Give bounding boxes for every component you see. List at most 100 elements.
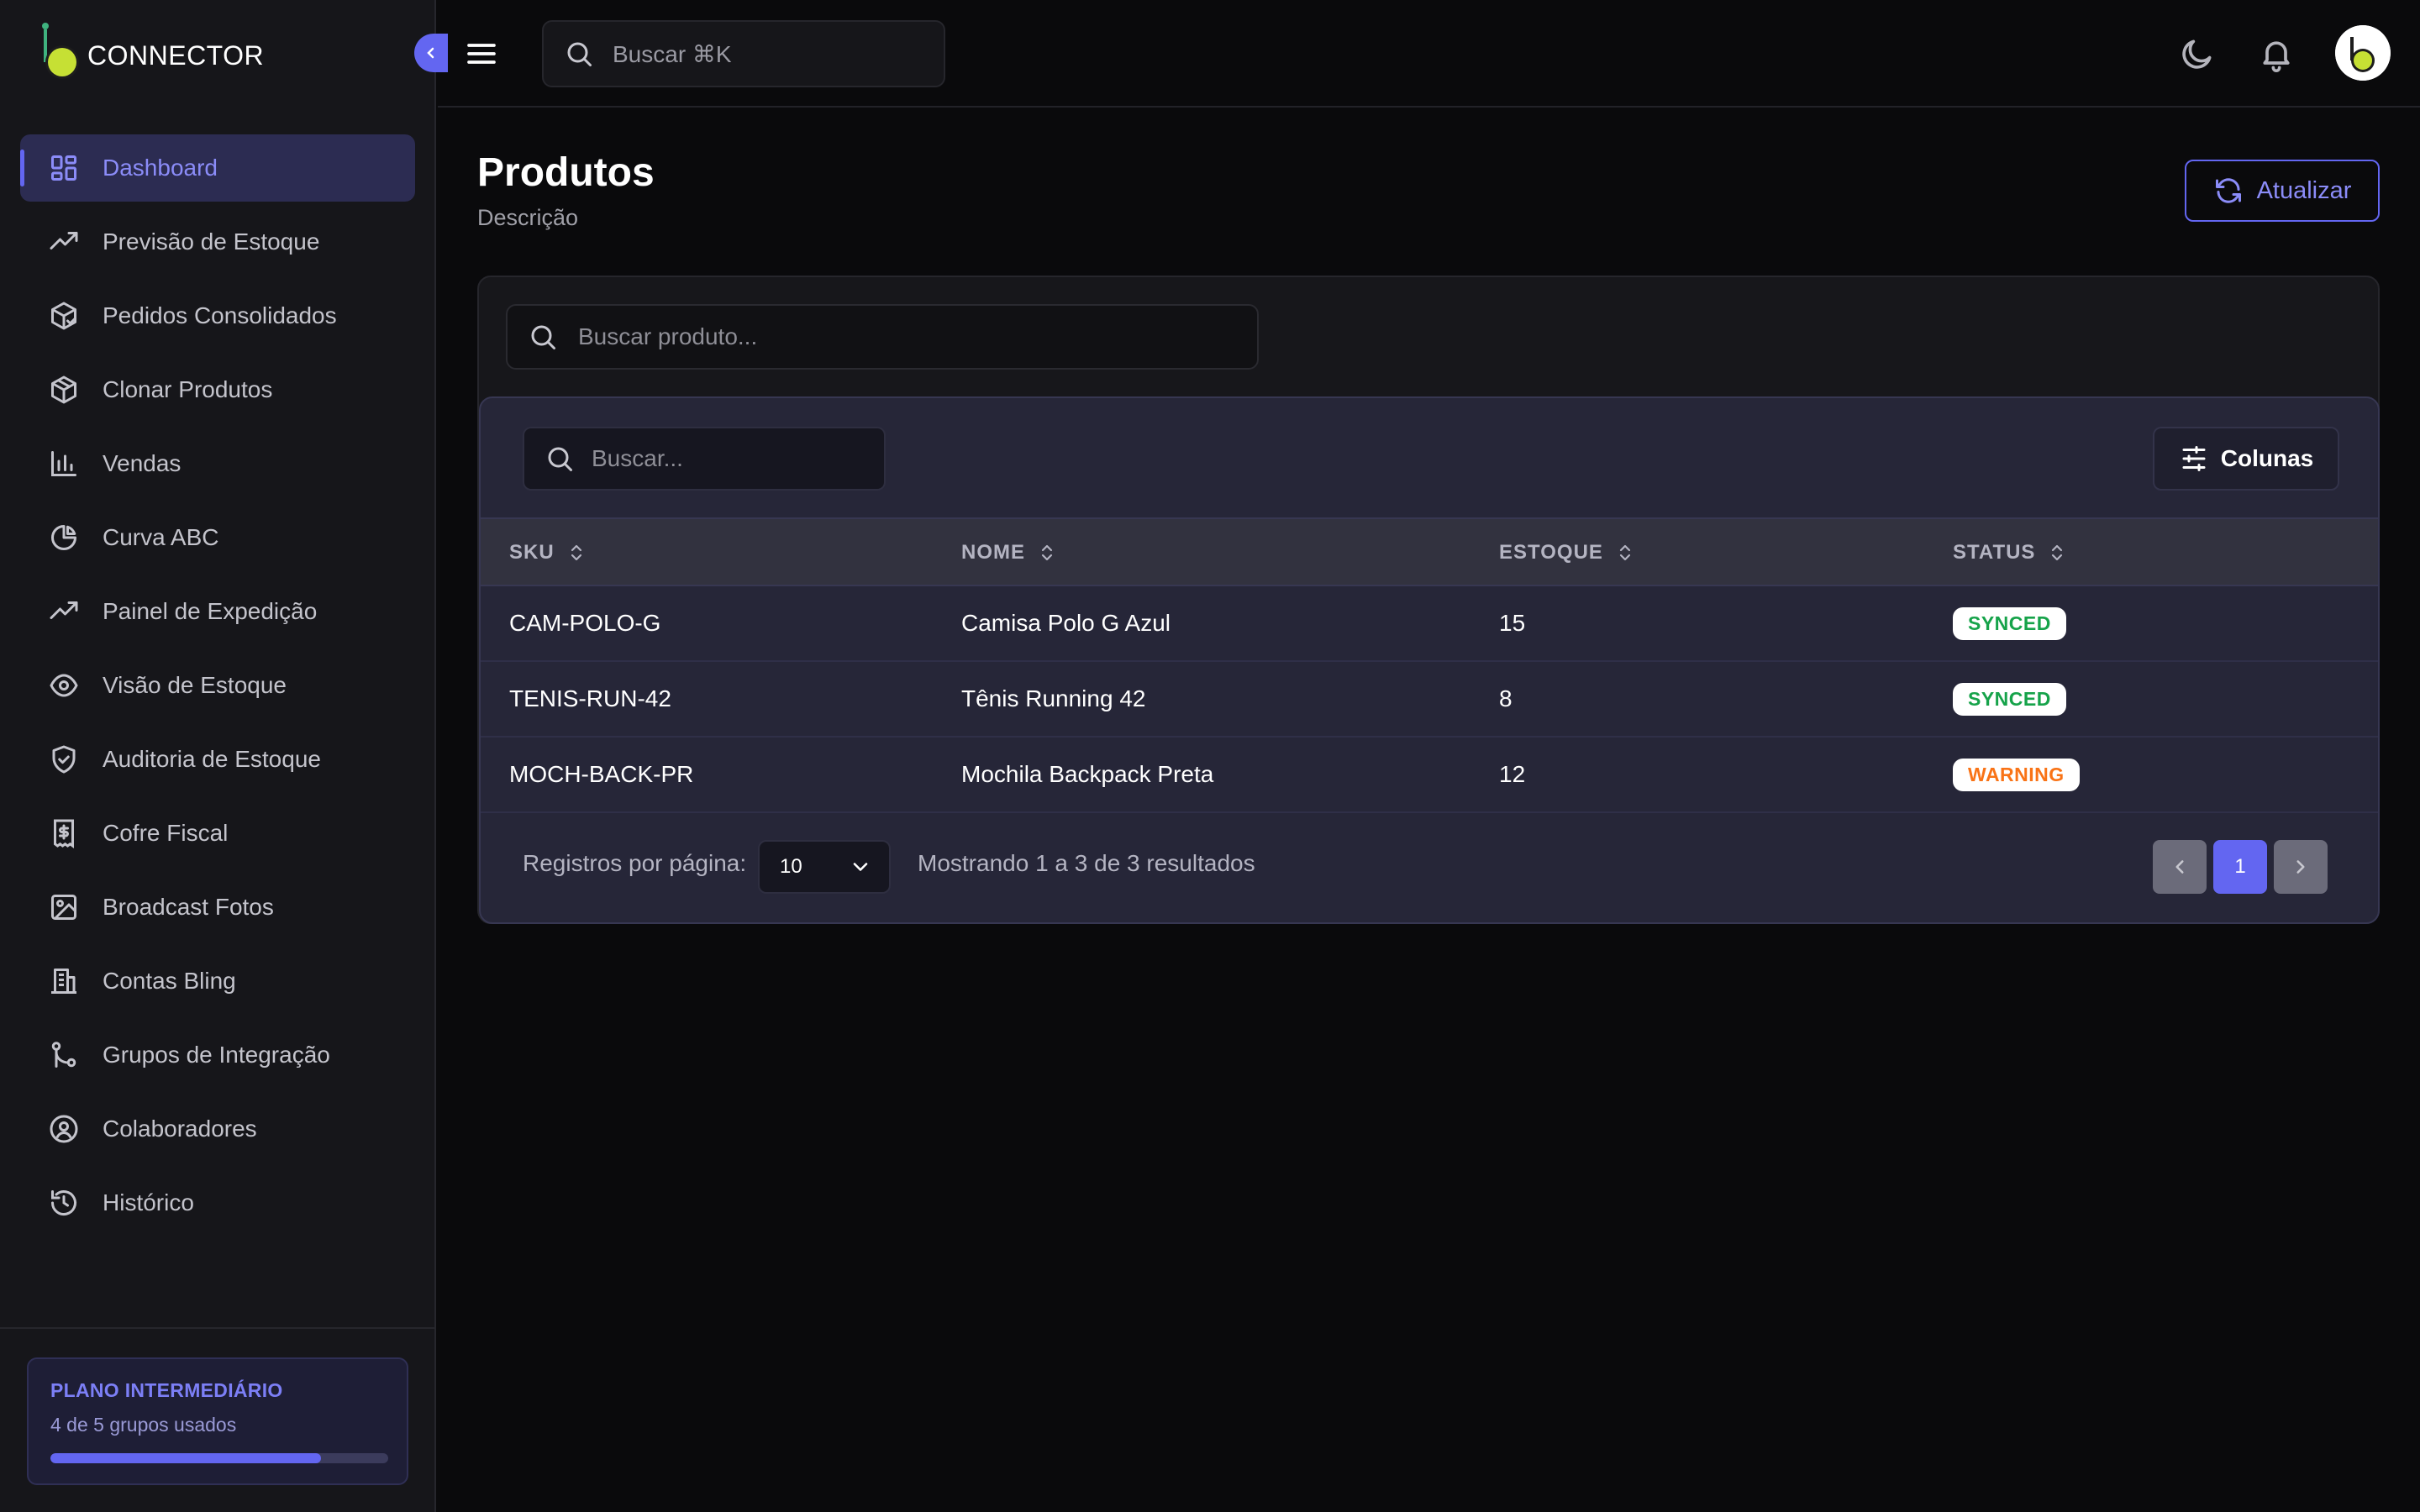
receipt-dollar-icon <box>54 819 74 848</box>
sidebar-item-label: Auditoria de Estoque <box>103 746 321 772</box>
bar-chart-icon <box>51 451 76 476</box>
chevron-right-icon <box>2296 860 2305 874</box>
table-toolbar: Buscar... Colunas <box>481 398 2378 519</box>
plan-usage-bar <box>50 1453 388 1463</box>
sidebar-item-painel-expedicao[interactable]: Painel de Expedição <box>20 578 415 645</box>
plan-usage-text: 4 de 5 grupos usados <box>50 1414 237 1436</box>
sidebar-item-label: Vendas <box>103 450 182 476</box>
sidebar-item-previsao-estoque[interactable]: Previsão de Estoque <box>20 208 415 276</box>
sidebar-nav: Dashboard Previsão de Estoque Pedidos Co… <box>20 134 415 1243</box>
sidebar-item-dashboard[interactable]: Dashboard <box>20 134 415 202</box>
global-search-input[interactable]: Buscar ⌘K <box>542 20 945 87</box>
cell-sku: CAM-POLO-G <box>509 610 661 636</box>
column-header-status[interactable]: STATUS <box>1953 519 2067 586</box>
sidebar-item-label: Broadcast Fotos <box>103 894 274 920</box>
top-bar: Buscar ⌘K <box>438 0 2420 108</box>
page-description: Descrição <box>477 205 579 230</box>
global-search-placeholder: Buscar ⌘K <box>613 40 732 67</box>
cell-nome: Camisa Polo G Azul <box>961 610 1171 636</box>
chevron-left-icon <box>2175 860 2184 874</box>
page-button-current[interactable]: 1 <box>2213 840 2267 894</box>
table-header: SKU NOME ESTOQUE STATUS <box>481 519 2378 586</box>
product-search-placeholder: Buscar produto... <box>578 323 758 349</box>
table-footer: Registros por página: 10 Mostrando 1 a 3… <box>481 813 2378 921</box>
sidebar-item-grupos-integracao[interactable]: Grupos de Integração <box>20 1021 415 1089</box>
sidebar-item-label: Grupos de Integração <box>103 1042 330 1068</box>
column-header-estoque[interactable]: ESTOQUE <box>1499 519 1635 586</box>
search-icon <box>531 325 555 349</box>
app-logo[interactable]: CONNECTOR <box>37 22 264 81</box>
sort-icon <box>571 544 581 561</box>
trending-up-icon <box>50 232 78 249</box>
bell-icon[interactable] <box>2258 35 2295 72</box>
user-circle-icon <box>50 1115 78 1143</box>
columns-button[interactable]: Colunas <box>2153 427 2339 491</box>
moon-icon[interactable] <box>2179 35 2216 72</box>
products-table-panel: Buscar... Colunas SKU NOME ESTOQUE STATU… <box>479 396 2380 924</box>
pie-chart-icon <box>51 525 76 550</box>
table-row[interactable]: MOCH-BACK-PR Mochila Backpack Preta 12 W… <box>481 738 2378 813</box>
sidebar-item-label: Histórico <box>103 1189 194 1215</box>
rows-per-page-select[interactable]: 10 <box>758 840 891 894</box>
hamburger-menu-icon[interactable] <box>465 37 498 71</box>
sidebar-item-contas-bling[interactable]: Contas Bling <box>20 948 415 1015</box>
sidebar-item-broadcast-fotos[interactable]: Broadcast Fotos <box>20 874 415 941</box>
rows-per-page-label: Registros por página: <box>523 850 747 876</box>
sidebar-item-label: Painel de Expedição <box>103 598 318 624</box>
sidebar-item-historico[interactable]: Histórico <box>20 1169 415 1236</box>
column-header-label: STATUS <box>1953 541 2036 564</box>
sort-icon <box>1619 544 1631 561</box>
cell-estoque: 15 <box>1499 610 1526 636</box>
plan-card: PLANO INTERMEDIÁRIO 4 de 5 grupos usados <box>27 1357 408 1485</box>
sidebar-item-auditoria-estoque[interactable]: Auditoria de Estoque <box>20 726 415 793</box>
user-avatar[interactable] <box>2335 25 2391 81</box>
sidebar-item-visao-estoque[interactable]: Visão de Estoque <box>20 652 415 719</box>
sidebar-item-colaboradores[interactable]: Colaboradores <box>20 1095 415 1163</box>
box-icon <box>51 375 76 404</box>
refresh-button-label: Atualizar <box>2256 176 2352 204</box>
avatar-logo-icon <box>2335 25 2391 81</box>
products-card: Buscar produto... Buscar... Colunas SKU <box>477 276 2380 924</box>
sidebar-item-label: Visão de Estoque <box>103 672 287 698</box>
table-search-input[interactable]: Buscar... <box>523 427 886 491</box>
column-header-sku[interactable]: SKU <box>509 519 587 586</box>
columns-button-label: Colunas <box>2220 445 2314 471</box>
status-badge: WARNING <box>1953 758 2080 791</box>
chevron-left-icon <box>427 47 434 59</box>
refresh-button[interactable]: Atualizar <box>2185 160 2380 222</box>
sidebar-item-label: Colaboradores <box>103 1116 257 1142</box>
sidebar-item-label: Clonar Produtos <box>103 376 273 402</box>
sidebar-item-cofre-fiscal[interactable]: Cofre Fiscal <box>20 800 415 867</box>
sort-icon <box>1041 544 1053 561</box>
results-count-text: Mostrando 1 a 3 de 3 resultados <box>918 850 1255 876</box>
previous-page-button[interactable] <box>2153 840 2207 894</box>
app-name: CONNECTOR <box>87 39 265 71</box>
building-icon <box>51 969 76 994</box>
cell-estoque: 8 <box>1499 685 1512 711</box>
cell-status: WARNING <box>1953 738 2080 811</box>
search-icon <box>548 447 572 471</box>
column-header-nome[interactable]: NOME <box>961 519 1057 586</box>
dashboard-grid-icon <box>51 155 76 181</box>
cell-nome: Mochila Backpack Preta <box>961 761 1214 787</box>
sidebar-item-vendas[interactable]: Vendas <box>20 430 415 497</box>
cell-nome: Tênis Running 42 <box>961 685 1146 711</box>
table-search-placeholder: Buscar... <box>592 445 683 471</box>
sidebar-item-pedidos-consolidados[interactable]: Pedidos Consolidados <box>20 282 415 349</box>
cell-status: SYNCED <box>1953 662 2066 736</box>
sidebar: CONNECTOR Dashboard Previsão de Estoque <box>0 0 448 1512</box>
table-row[interactable]: CAM-POLO-G Camisa Polo G Azul 15 SYNCED <box>481 586 2378 662</box>
shield-check-icon <box>52 745 76 774</box>
package-check-icon <box>51 302 76 330</box>
sidebar-item-curva-abc[interactable]: Curva ABC <box>20 504 415 571</box>
sidebar-item-label: Dashboard <box>103 155 218 181</box>
git-branch-icon <box>51 1042 76 1068</box>
sidebar-divider <box>0 1327 436 1329</box>
next-page-button[interactable] <box>2274 840 2328 894</box>
trending-up-icon <box>50 601 78 619</box>
chevron-down-icon <box>853 863 868 871</box>
table-row[interactable]: TENIS-RUN-42 Tênis Running 42 8 SYNCED <box>481 662 2378 738</box>
sidebar-item-clonar-produtos[interactable]: Clonar Produtos <box>20 356 415 423</box>
search-icon <box>567 42 592 66</box>
product-search-input[interactable]: Buscar produto... <box>506 304 1259 370</box>
